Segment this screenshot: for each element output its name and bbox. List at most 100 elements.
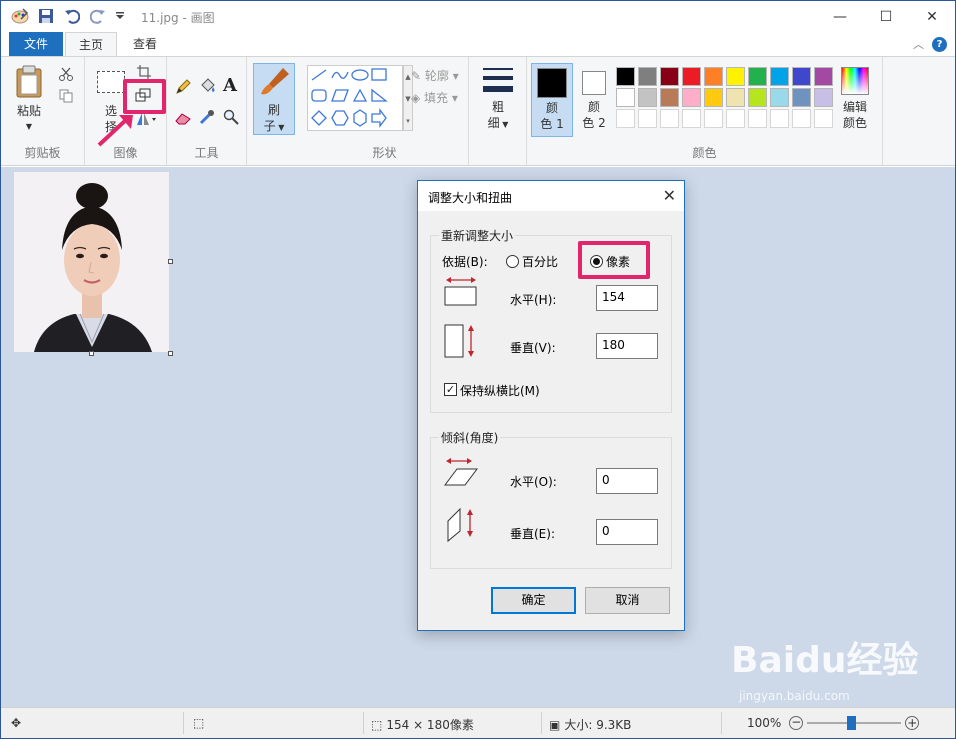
vertical-input[interactable]: 180 (596, 333, 658, 359)
text-tool-icon[interactable]: A (223, 75, 237, 96)
color-swatch[interactable] (704, 88, 723, 107)
skew-vertical-icon (447, 507, 473, 543)
zoom-controls: 100% − + (747, 716, 920, 730)
color-swatch[interactable] (814, 88, 833, 107)
keep-ratio-checkbox[interactable]: ✓ (444, 383, 457, 396)
undo-icon[interactable] (63, 7, 81, 25)
color-swatch[interactable] (638, 67, 657, 86)
size-button[interactable]: 粗 细 ▼ (479, 65, 517, 133)
fill-bucket-icon[interactable] (199, 77, 217, 98)
cut-icon[interactable] (59, 67, 73, 84)
color-swatch[interactable] (638, 88, 657, 107)
image-dimensions: ⬚ 154 × 180像素 (371, 716, 474, 733)
zoom-slider-thumb[interactable] (847, 716, 857, 730)
color-swatch[interactable] (770, 88, 789, 107)
color-picker-icon[interactable] (199, 109, 215, 128)
paste-button[interactable]: 粘贴 ▼ (11, 65, 47, 135)
resize-handle-bottom[interactable] (89, 351, 94, 356)
color-swatch[interactable] (660, 109, 679, 128)
colors-group-label: 颜色 (692, 146, 717, 160)
color-swatch[interactable] (704, 67, 723, 86)
color-swatch[interactable] (616, 88, 635, 107)
magnifier-icon[interactable] (223, 109, 239, 128)
color-swatch[interactable] (792, 88, 811, 107)
fill-dropdown[interactable]: ◈ 填充 ▾ (411, 89, 458, 106)
dialog-title-bar: 调整大小和扭曲 ✕ (418, 181, 684, 211)
color-swatch[interactable] (616, 67, 635, 86)
clipboard-group-label: 剪贴板 (24, 146, 61, 160)
tab-view[interactable]: 查看 (119, 32, 171, 56)
help-icon[interactable]: ? (932, 36, 947, 52)
color-swatch[interactable] (726, 67, 745, 86)
paste-icon (16, 65, 42, 98)
horizontal-input[interactable]: 154 (596, 285, 658, 311)
ribbon-tab-right: ︿ ? (913, 36, 947, 52)
copy-icon[interactable] (59, 89, 73, 106)
resize-skew-dialog: 调整大小和扭曲 ✕ 重新调整大小 依据(B): 百分比 像素 水平(H): 15… (417, 180, 685, 631)
outline-dropdown[interactable]: ✎ 轮廓 ▾ (411, 67, 459, 84)
color-swatch[interactable] (704, 109, 723, 128)
status-bar: ✥ ⬚ ⬚ 154 × 180像素 ▣ 大小: 9.3KB 100% − + (1, 707, 955, 738)
edit-colors-button[interactable]: 编辑 颜色 (835, 65, 875, 131)
eraser-icon[interactable] (175, 111, 191, 128)
minimize-button[interactable]: — (817, 1, 863, 32)
color-swatch[interactable] (660, 67, 679, 86)
pencil-icon[interactable] (175, 79, 191, 98)
shapes-group: ▲ ▼ ▾ ✎ 轮廓 ▾ ◈ 填充 ▾ 形状 (301, 57, 469, 165)
skew-vertical-input[interactable]: 0 (596, 519, 658, 545)
color-swatch[interactable] (770, 109, 789, 128)
color-swatch[interactable] (770, 67, 789, 86)
color-swatch[interactable] (792, 67, 811, 86)
zoom-slider[interactable] (807, 716, 902, 730)
resize-handle-corner[interactable] (168, 351, 173, 356)
color-swatch[interactable] (814, 67, 833, 86)
skew-horizontal-input[interactable]: 0 (596, 468, 658, 494)
customize-toolbar-icon[interactable] (115, 7, 125, 25)
color-swatch[interactable] (814, 109, 833, 128)
color-swatch[interactable] (748, 67, 767, 86)
window-controls: — ☐ ✕ (817, 1, 955, 32)
resize-vertical-icon (444, 324, 474, 358)
close-button[interactable]: ✕ (909, 1, 955, 32)
redo-icon[interactable] (89, 7, 107, 25)
zoom-out-icon[interactable]: − (789, 716, 804, 730)
image-group-label: 图像 (113, 146, 138, 160)
ok-button[interactable]: 确定 (491, 587, 576, 614)
select-rect-icon[interactable] (97, 71, 125, 93)
cancel-button[interactable]: 取消 (585, 587, 670, 614)
color-swatch[interactable] (616, 109, 635, 128)
color-swatch[interactable] (748, 88, 767, 107)
color-swatch[interactable] (792, 109, 811, 128)
color-swatch[interactable] (638, 109, 657, 128)
color-swatch[interactable] (726, 88, 745, 107)
dialog-close-icon[interactable]: ✕ (663, 186, 676, 205)
status-separator (721, 712, 722, 734)
rotate-icon[interactable] (136, 112, 158, 129)
canvas-image[interactable] (14, 172, 169, 352)
brush-button[interactable]: 刷 子 ▼ (253, 63, 295, 135)
tab-file[interactable]: 文件 (9, 32, 63, 56)
save-icon[interactable] (37, 7, 55, 25)
selection-size: ⬚ (193, 716, 204, 730)
by-label: 依据(B): (442, 255, 488, 269)
tools-group-label: 工具 (194, 146, 219, 160)
color-swatch[interactable] (682, 67, 701, 86)
color-swatch[interactable] (748, 109, 767, 128)
resize-horizontal-icon (444, 277, 477, 306)
zoom-in-icon[interactable]: + (905, 716, 920, 730)
color-swatch[interactable] (726, 109, 745, 128)
clipboard-group: 粘贴 ▼ 剪贴板 (1, 57, 85, 165)
line-width-icon (483, 68, 513, 92)
collapse-ribbon-icon[interactable]: ︿ (913, 36, 924, 52)
horizontal-label: 水平(H): (510, 293, 557, 307)
resize-handle-right[interactable] (168, 259, 173, 264)
maximize-button[interactable]: ☐ (863, 1, 909, 32)
color-swatch[interactable] (682, 88, 701, 107)
shapes-gallery[interactable] (307, 65, 403, 131)
color-swatch[interactable] (682, 109, 701, 128)
percent-label[interactable]: 百分比 (522, 253, 558, 270)
keep-ratio-label[interactable]: 保持纵横比(M) (460, 382, 540, 399)
percent-radio[interactable] (506, 255, 519, 268)
color-swatch[interactable] (660, 88, 679, 107)
tab-home[interactable]: 主页 (65, 32, 117, 57)
